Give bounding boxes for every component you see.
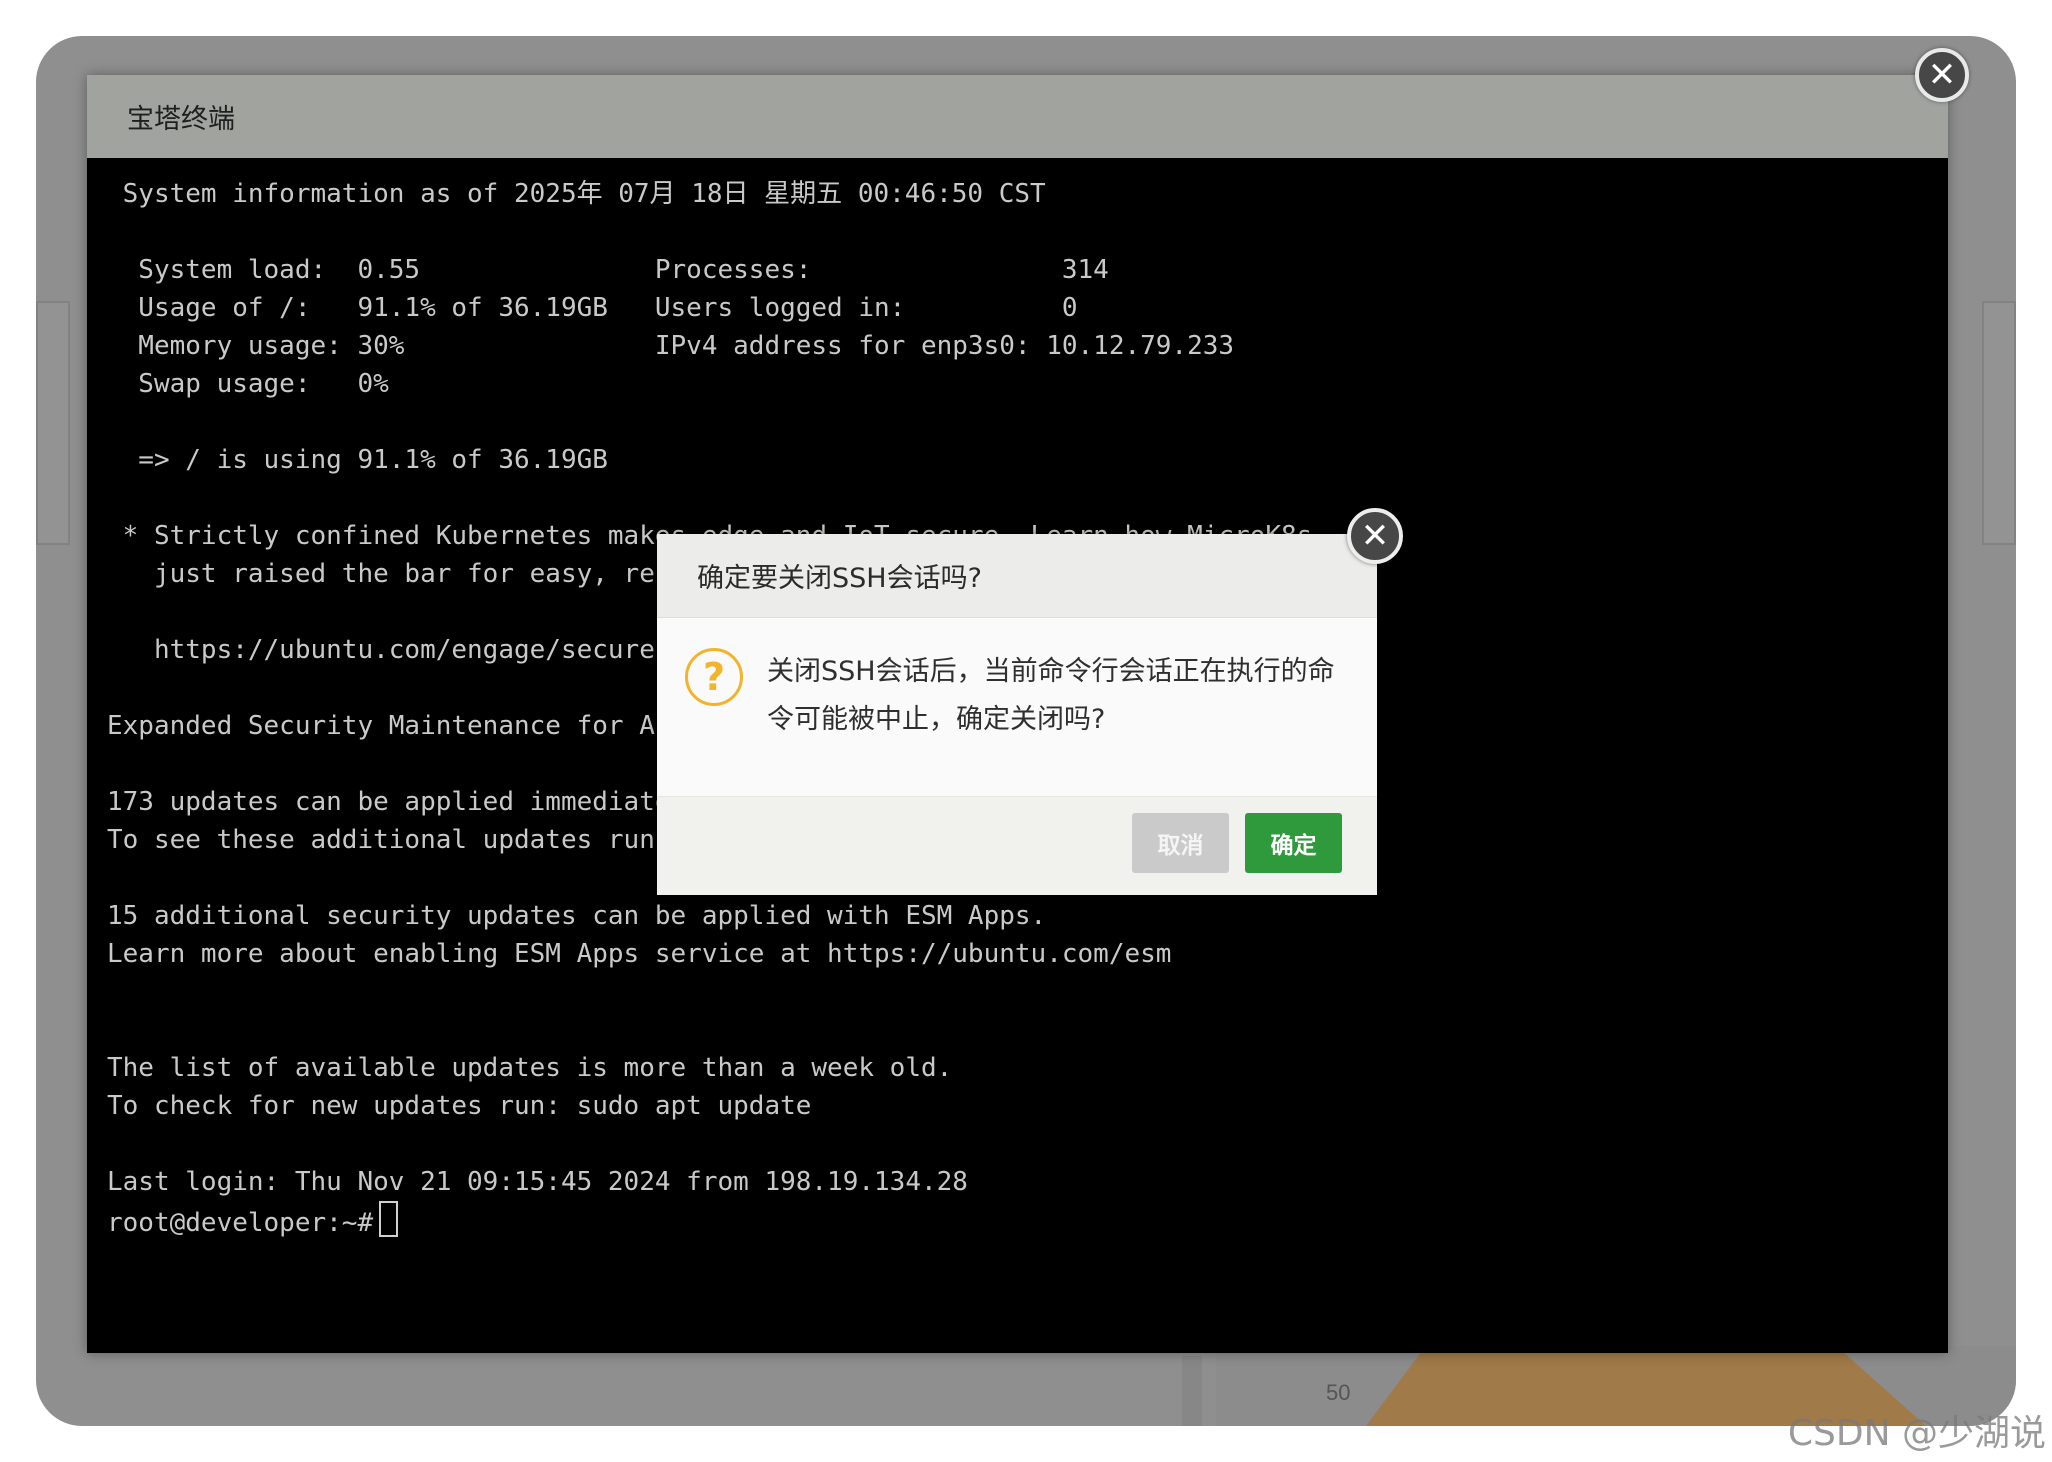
close-icon: ✕ bbox=[1927, 55, 1957, 95]
terminal-line: Memory usage: 30% IPv4 address for enp3s… bbox=[107, 331, 1235, 361]
terminal-cursor bbox=[379, 1201, 399, 1237]
watermark: CSDN @少湖说 bbox=[1787, 1413, 2046, 1454]
terminal-line: To check for new updates run: sudo apt u… bbox=[107, 1091, 812, 1121]
background-divider bbox=[1182, 1356, 1202, 1426]
dialog-header: 确定要关闭SSH会话吗? bbox=[657, 534, 1377, 618]
terminal-titlebar[interactable]: 宝塔终端 bbox=[87, 75, 1948, 158]
terminal-line: Swap usage: 0% bbox=[107, 369, 389, 399]
dialog-footer: 取消 确定 bbox=[657, 796, 1377, 895]
terminal-prompt: root@developer:~# bbox=[107, 1208, 374, 1238]
background-panel-right bbox=[1982, 301, 2016, 545]
terminal-close-button[interactable]: ✕ bbox=[1915, 48, 1969, 102]
terminal-line: System information as of 2025年 07月 18日 星… bbox=[107, 179, 1046, 209]
terminal-prompt-line[interactable]: root@developer:~# bbox=[107, 1201, 1948, 1239]
background-axis-label: 50 bbox=[1326, 1380, 1351, 1405]
confirm-button[interactable]: 确定 bbox=[1245, 813, 1342, 873]
terminal-line: 15 additional security updates can be ap… bbox=[107, 901, 1047, 931]
dialog-close-button[interactable]: ✕ bbox=[1347, 508, 1403, 564]
terminal-line: Usage of /: 91.1% of 36.19GB Users logge… bbox=[107, 293, 1078, 323]
background-panel-left bbox=[36, 301, 70, 545]
terminal-line: System load: 0.55 Processes: 314 bbox=[107, 255, 1109, 285]
question-icon: ? bbox=[685, 648, 743, 706]
terminal-line: Last login: Thu Nov 21 09:15:45 2024 fro… bbox=[107, 1167, 968, 1197]
terminal-line: => / is using 91.1% of 36.19GB bbox=[107, 445, 608, 475]
dialog-body: ? 关闭SSH会话后，当前命令行会话正在执行的命令可能被中止，确定关闭吗? bbox=[657, 618, 1377, 796]
dialog-title: 确定要关闭SSH会话吗? bbox=[697, 563, 982, 594]
close-icon: ✕ bbox=[1360, 516, 1390, 556]
terminal-title: 宝塔终端 bbox=[127, 104, 235, 135]
terminal-line: The list of available updates is more th… bbox=[107, 1053, 953, 1083]
cancel-button[interactable]: 取消 bbox=[1132, 813, 1229, 873]
terminal-line: Learn more about enabling ESM Apps servi… bbox=[107, 939, 1172, 969]
confirm-dialog: 确定要关闭SSH会话吗? ✕ ? 关闭SSH会话后，当前命令行会话正在执行的命令… bbox=[657, 508, 1403, 895]
dialog-message: 关闭SSH会话后，当前命令行会话正在执行的命令可能被中止，确定关闭吗? bbox=[767, 656, 1335, 735]
